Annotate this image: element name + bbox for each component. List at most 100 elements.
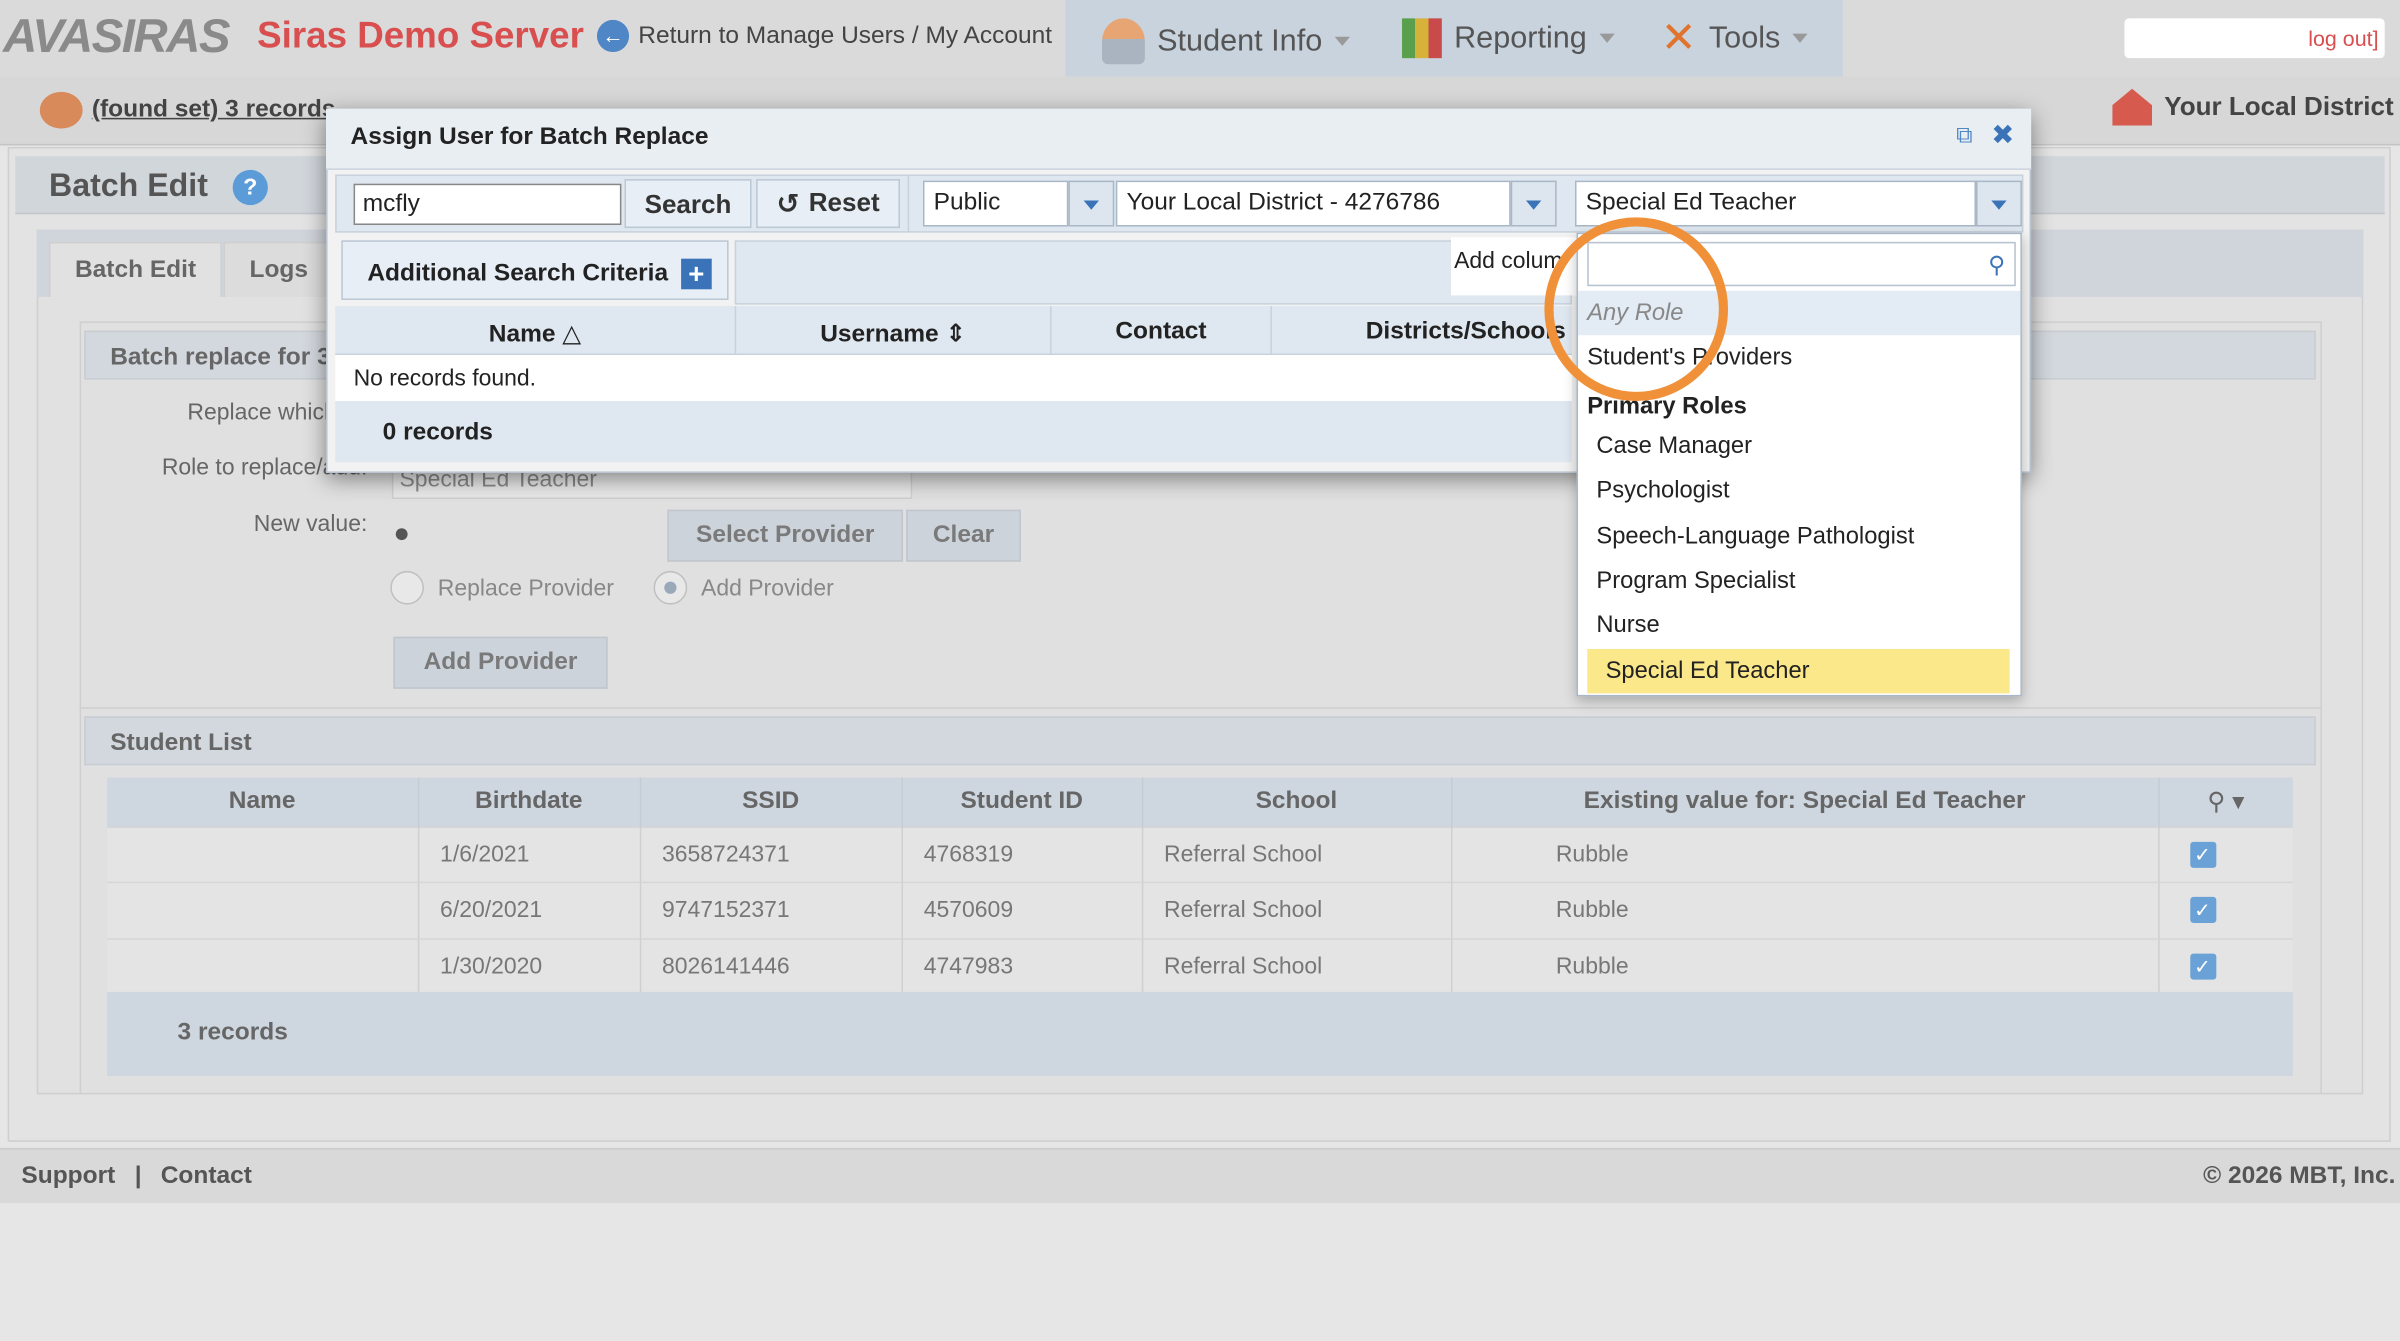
role-option-psychologist[interactable]: Psychologist [1578, 468, 2020, 512]
copyright: © 2026 MBT, Inc. [2203, 1163, 2396, 1190]
tab-logs[interactable]: Logs [223, 241, 335, 297]
col-label: Name [488, 321, 556, 348]
role-group-primary: Primary Roles [1587, 393, 1747, 420]
additional-criteria-button[interactable]: Additional Search Criteria + [341, 240, 729, 300]
chevron-down-icon[interactable] [1510, 180, 1557, 227]
visibility-select[interactable]: Public [922, 180, 1069, 227]
table-row[interactable]: 1/30/2020 8026141446 4747983 Referral Sc… [107, 937, 2293, 995]
new-value-label: New value: [253, 511, 368, 538]
cell-school: Referral School [1141, 825, 1452, 883]
role-option-program-specialist[interactable]: Program Specialist [1578, 559, 2020, 603]
col-username-sortable[interactable]: Username ⇕ [736, 306, 1052, 356]
cell-name [107, 825, 419, 883]
sort-icon: ⇕ [945, 321, 966, 348]
cell-existing: Rubble [1451, 937, 2159, 995]
cell-birthdate: 6/20/2021 [417, 881, 641, 939]
cell-name [107, 881, 419, 939]
cell-student-id: 4768319 [901, 825, 1143, 883]
close-icon[interactable]: ✖ [1991, 119, 2014, 151]
chevron-down-icon[interactable] [1976, 180, 2022, 227]
cell-school: Referral School [1141, 937, 1452, 995]
role-filter-select[interactable]: Special Ed Teacher [1574, 180, 1977, 227]
reporting-icon [1402, 18, 1442, 59]
cell-school: Referral School [1141, 881, 1452, 939]
cell-student-id: 4747983 [901, 937, 1143, 995]
search-icon[interactable]: ⚲ ▾ [2207, 789, 2244, 815]
tab-batch-edit[interactable]: Batch Edit [48, 241, 223, 297]
page-footer [0, 1147, 2400, 1204]
col-tools[interactable]: ⚲ ▾ [2158, 777, 2293, 827]
student-table: Name Birthdate SSID Student ID School Ex… [107, 777, 2293, 995]
cell-birthdate: 1/30/2020 [417, 937, 641, 995]
popout-icon[interactable]: ⧉ [1956, 122, 1972, 148]
col-birthdate[interactable]: Birthdate [417, 777, 641, 827]
person-icon: ● [393, 517, 411, 548]
found-set-link[interactable]: (found set) 3 records [39, 91, 336, 129]
role-option-students-providers[interactable]: Student's Providers [1578, 335, 2020, 379]
toolbar-divider [907, 174, 910, 233]
student-list-header: Student List [84, 716, 2316, 766]
replace-provider-radio[interactable] [390, 570, 424, 605]
student-list-footer: 3 records [107, 991, 2293, 1077]
select-provider-button[interactable]: Select Provider [667, 509, 904, 562]
nav-student-info[interactable]: Student Info [1102, 18, 1350, 65]
col-school[interactable]: School [1141, 777, 1452, 827]
col-name[interactable]: Name [107, 777, 419, 827]
table-row[interactable]: 1/6/2021 3658724371 4768319 Referral Sch… [107, 825, 2293, 883]
results-footer: 0 records [335, 401, 1572, 463]
col-name-sortable[interactable]: Name △ [335, 306, 737, 356]
col-contact[interactable]: Contact [1052, 306, 1272, 356]
back-arrow-icon: ← [596, 19, 630, 53]
row-checkbox[interactable]: ✓ [2189, 897, 2216, 924]
table-row[interactable]: 6/20/2021 9747152371 4570609 Referral Sc… [107, 881, 2293, 939]
tools-icon: ✕ [1660, 13, 1697, 62]
search-icon: ⚲ [1988, 252, 2006, 279]
role-option-slp[interactable]: Speech-Language Pathologist [1578, 514, 2020, 558]
nav-reporting[interactable]: Reporting [1402, 18, 1615, 59]
col-districts-schools[interactable]: Districts/Schools [1272, 306, 1572, 355]
contact-link[interactable]: Contact [161, 1163, 252, 1191]
chevron-down-icon [1599, 33, 1615, 43]
role-option-special-ed-teacher[interactable]: Special Ed Teacher [1587, 648, 2010, 694]
search-button[interactable]: Search [624, 179, 752, 229]
additional-criteria-label: Additional Search Criteria [367, 260, 669, 287]
nav-tools[interactable]: ✕ Tools [1660, 13, 1808, 62]
found-set-label: (found set) 3 records [91, 96, 336, 123]
clear-button[interactable]: Clear [906, 509, 1021, 562]
footer-separator: | [134, 1163, 142, 1190]
col-student-id[interactable]: Student ID [901, 777, 1143, 827]
col-ssid[interactable]: SSID [639, 777, 903, 827]
add-provider-radio[interactable] [653, 570, 688, 605]
district-indicator: Your Local District [2112, 88, 2394, 126]
add-provider-button[interactable]: Add Provider [393, 636, 608, 689]
reset-icon: ↺ [776, 187, 800, 219]
role-search-input[interactable] [1587, 241, 2016, 287]
add-columns-select[interactable]: Add colum [1451, 237, 1577, 296]
col-existing-value[interactable]: Existing value for: Special Ed Teacher [1451, 777, 2159, 827]
return-link-label: Return to Manage Users / My Account [638, 22, 1053, 49]
app-logo: AVASIRAS [3, 9, 230, 63]
criteria-bar [734, 240, 1572, 305]
col-label: Username [820, 321, 939, 348]
logout-link[interactable]: log out] [2124, 18, 2385, 59]
help-icon[interactable]: ? [232, 169, 268, 206]
role-option-case-manager[interactable]: Case Manager [1578, 424, 2020, 468]
cell-ssid: 9747152371 [639, 881, 903, 939]
district-select[interactable]: Your Local District - 4276786 [1115, 180, 1511, 227]
plus-icon: + [681, 258, 712, 290]
divider [79, 707, 2322, 709]
reset-button[interactable]: ↺ Reset [756, 179, 900, 229]
nav-label: Reporting [1454, 20, 1587, 55]
return-link[interactable]: ← Return to Manage Users / My Account [596, 19, 1053, 53]
chevron-down-icon[interactable] [1068, 180, 1115, 227]
search-input[interactable] [353, 183, 622, 225]
role-option-nurse[interactable]: Nurse [1578, 603, 2020, 647]
server-name: Siras Demo Server [257, 15, 584, 57]
cell-existing: Rubble [1451, 825, 2159, 883]
role-option-any[interactable]: Any Role [1578, 290, 2021, 336]
modal-title: Assign User for Batch Replace [350, 123, 709, 150]
support-link[interactable]: Support [21, 1163, 115, 1191]
reset-label: Reset [808, 188, 880, 218]
row-checkbox[interactable]: ✓ [2189, 841, 2216, 868]
row-checkbox[interactable]: ✓ [2189, 953, 2216, 980]
